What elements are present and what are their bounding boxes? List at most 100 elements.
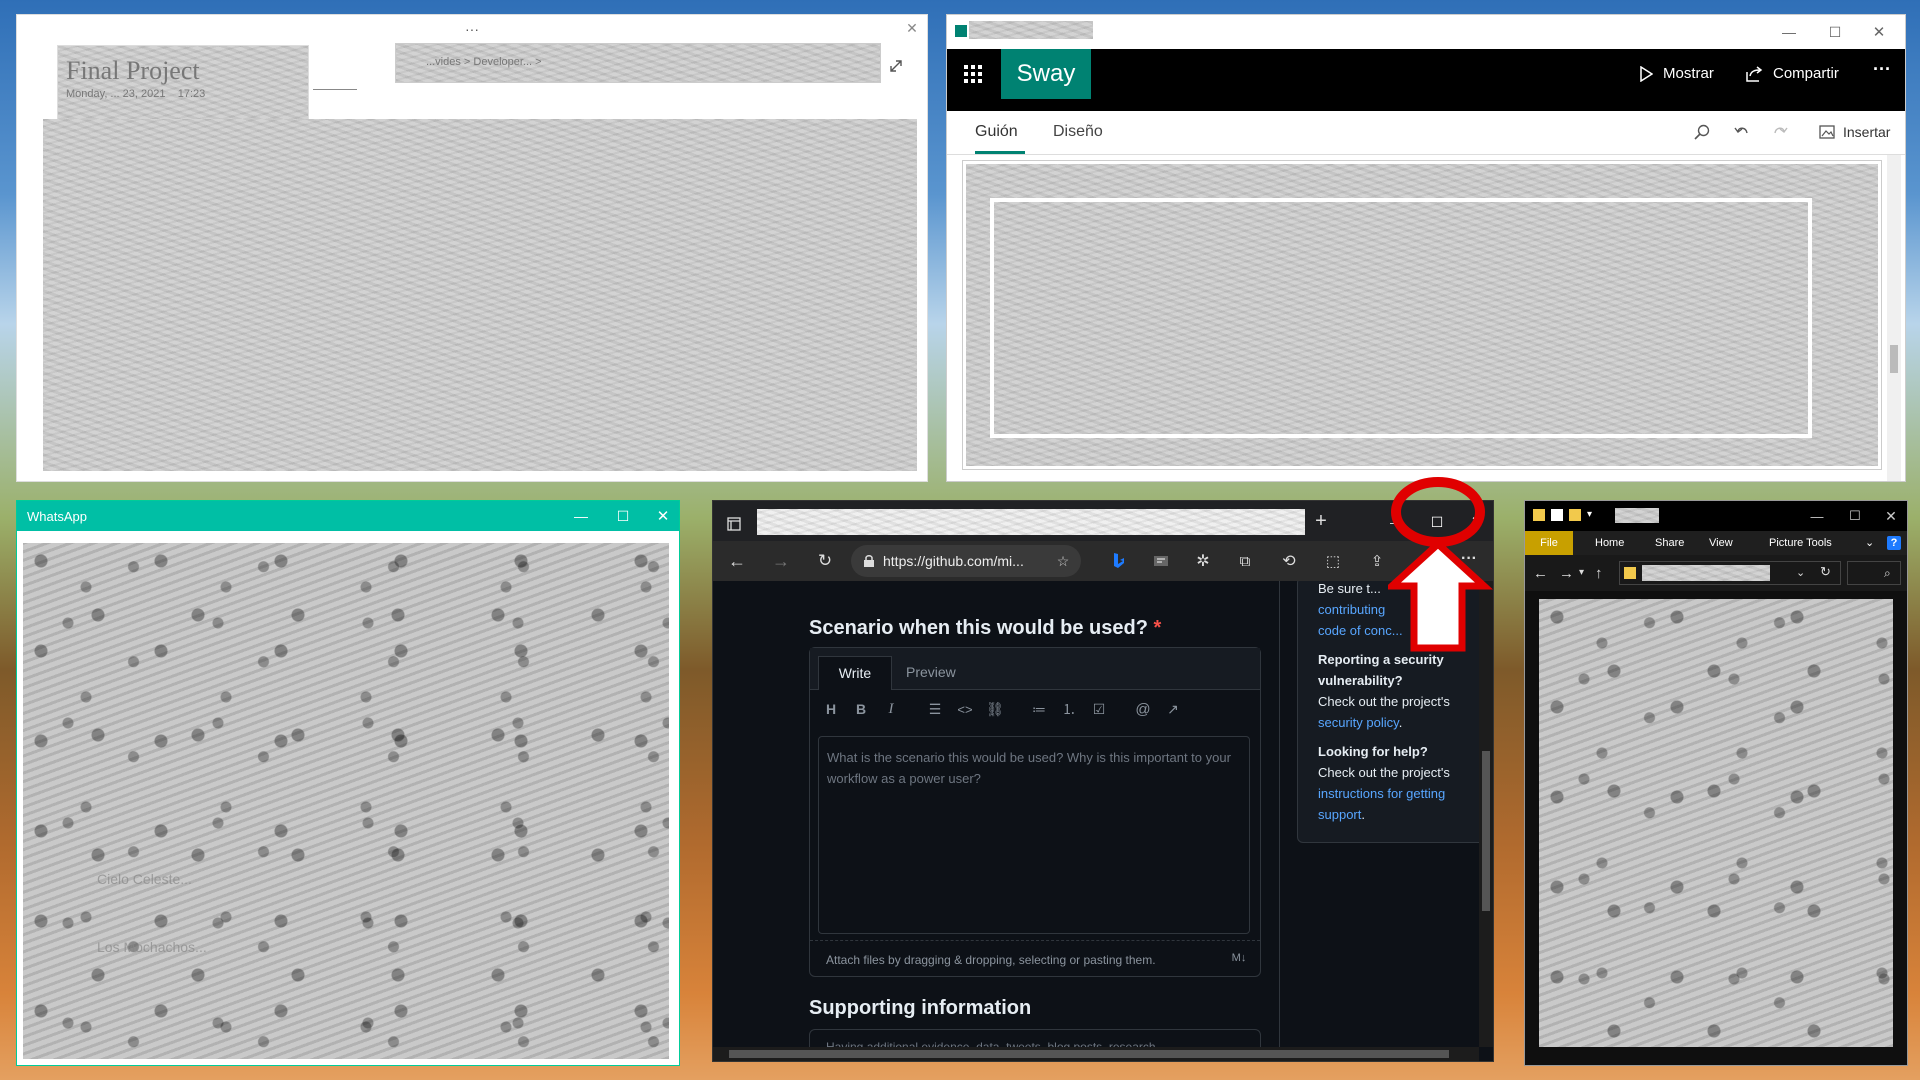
explorer-address-bar[interactable]: ⌄ ↻ (1619, 561, 1841, 585)
play-icon[interactable] (1635, 63, 1657, 85)
undo-icon[interactable] (1731, 121, 1753, 143)
back-icon[interactable]: ← (1533, 565, 1548, 582)
title-underline (313, 89, 357, 90)
tab-write[interactable]: Write (818, 656, 892, 690)
tab-design[interactable]: Diseño (1053, 123, 1103, 141)
markdown-editor: Write Preview H B I ☰ <> ⛓ ≔ ⒈ ☑ @ ↗ Wha… (809, 647, 1261, 977)
up-icon[interactable]: ↑ (1595, 565, 1603, 582)
ribbon-expand-icon[interactable]: ⌄ (1865, 536, 1874, 549)
refresh-icon[interactable]: ↻ (1820, 564, 1831, 580)
explorer-address-row: ← → ▾ ↑ ⌄ ↻ ⌕ (1525, 555, 1907, 591)
vertical-scrollbar[interactable] (1887, 155, 1901, 481)
insert-button[interactable]: Insertar (1843, 124, 1890, 140)
tab-home[interactable]: Home (1595, 537, 1624, 549)
close-icon[interactable]: ✕ (1867, 23, 1891, 41)
browser-tabbar: + — ☐ ✕ (713, 501, 1493, 541)
scrollbar-thumb[interactable] (1482, 751, 1490, 911)
help-icon[interactable]: ? (1887, 536, 1901, 550)
instructions-link[interactable]: instructions for getting support (1318, 786, 1445, 822)
bulleted-list-icon[interactable]: ≔ (1030, 700, 1048, 718)
ribbon-tabs: File Home Share View Picture Tools ⌄ ? (1525, 531, 1907, 555)
forward-icon[interactable]: → (1559, 565, 1574, 582)
tab-preview[interactable]: Preview (906, 664, 956, 680)
minimize-icon[interactable]: — (1777, 23, 1801, 41)
redo-icon[interactable] (1769, 121, 1791, 143)
scrollbar-thumb[interactable] (1890, 345, 1898, 373)
close-icon[interactable]: ✕ (903, 19, 921, 37)
extension-icon[interactable] (1151, 551, 1171, 571)
forward-icon[interactable]: → (771, 551, 791, 571)
scenario-textarea[interactable]: What is the scenario this would be used?… (818, 736, 1250, 934)
page-title: Final Project (66, 56, 200, 85)
expand-icon[interactable] (885, 55, 907, 77)
collections-icon[interactable]: ⬚ (1323, 551, 1343, 571)
show-button[interactable]: Mostrar (1663, 65, 1714, 82)
sidebar-looking-title: Looking for help? (1318, 744, 1428, 759)
attach-text: Attach files by dragging & dropping, sel… (826, 953, 1156, 967)
share-button[interactable]: Compartir (1773, 65, 1839, 82)
minimize-icon[interactable]: — (569, 505, 593, 527)
reference-icon[interactable]: ↗ (1164, 700, 1182, 718)
tab-view[interactable]: View (1709, 537, 1733, 549)
address-url[interactable]: https://github.com/mi... (883, 553, 1024, 569)
browser-tab-strip-blurred[interactable] (757, 509, 1305, 535)
window-menu-dots[interactable]: ··· (457, 21, 487, 37)
sidebar-security-line: security policy. (1318, 712, 1476, 733)
chat-item-name[interactable]: Cielo Celeste... (97, 871, 192, 887)
minimize-icon[interactable]: — (1805, 505, 1829, 527)
recent-locations-icon[interactable]: ▾ (1579, 567, 1584, 578)
address-dropdown-icon[interactable]: ⌄ (1796, 566, 1805, 579)
refresh-icon[interactable]: ↻ (815, 551, 835, 571)
tab-picture-tools[interactable]: Picture Tools (1769, 537, 1832, 549)
maximize-icon[interactable]: ☐ (611, 505, 635, 527)
split-screen-icon[interactable]: ⧉ (1235, 551, 1255, 571)
close-icon[interactable]: ✕ (651, 505, 675, 527)
history-icon[interactable]: ⟲ (1279, 551, 1299, 571)
maximize-icon[interactable]: ☐ (1843, 505, 1867, 527)
maximize-icon[interactable]: ☐ (1823, 23, 1847, 41)
italic-icon[interactable]: I (882, 700, 900, 718)
mention-icon[interactable]: @ (1134, 700, 1152, 718)
properties-icon[interactable] (1551, 509, 1563, 521)
tab-share[interactable]: Share (1655, 537, 1684, 549)
editor-tabs: Write Preview (810, 648, 1260, 690)
quick-access-dropdown-icon[interactable]: ▾ (1587, 509, 1592, 520)
search-icon[interactable] (1691, 121, 1713, 143)
search-box[interactable]: ⌕ (1847, 561, 1901, 585)
attach-bar[interactable]: Attach files by dragging & dropping, sel… (810, 940, 1260, 976)
scrollbar-thumb[interactable] (729, 1050, 1449, 1058)
tab-actions-icon[interactable] (725, 515, 743, 533)
sidebar-period: . (1398, 715, 1403, 730)
task-list-icon[interactable]: ☑ (1090, 700, 1108, 718)
new-folder-icon[interactable] (1569, 509, 1581, 521)
security-policy-link[interactable]: security policy (1318, 715, 1399, 730)
breadcrumb[interactable]: ...vides > Developer... > (395, 43, 881, 83)
search-icon: ⌕ (1884, 566, 1891, 580)
favorite-add-icon[interactable]: ☆ (1055, 553, 1071, 569)
insert-icon[interactable] (1817, 123, 1837, 141)
code-icon[interactable]: <> (956, 700, 974, 718)
link-icon[interactable]: ⛓ (986, 700, 1004, 718)
share-icon[interactable]: ⇪ (1367, 551, 1387, 571)
quote-icon[interactable]: ☰ (926, 700, 944, 718)
share-icon[interactable] (1743, 63, 1765, 85)
app-launcher-icon[interactable] (947, 49, 999, 99)
horizontal-scrollbar[interactable] (713, 1047, 1479, 1061)
address-bar[interactable]: https://github.com/mi... ☆ (851, 545, 1081, 577)
chat-item-name[interactable]: Los Mochachos... (97, 939, 207, 955)
more-options-button[interactable]: ··· (1873, 59, 1891, 80)
tab-file[interactable]: File (1525, 531, 1573, 555)
edge-window: + — ☐ ✕ ← → ↻ https://github.com/mi... ☆… (712, 500, 1494, 1062)
heading-icon[interactable]: H (822, 700, 840, 718)
back-icon[interactable]: ← (727, 551, 747, 571)
scenario-heading: Scenario when this would be used? * (809, 617, 1161, 640)
bing-icon[interactable] (1109, 551, 1129, 571)
extensions-puzzle-icon[interactable]: ✲ (1193, 551, 1213, 571)
numbered-list-icon[interactable]: ⒈ (1060, 700, 1078, 718)
contributing-link[interactable]: contributing (1318, 602, 1385, 617)
close-icon[interactable]: ✕ (1879, 505, 1903, 527)
tab-storyline[interactable]: Guión (975, 123, 1018, 141)
new-tab-icon[interactable]: + (1309, 509, 1333, 533)
bold-icon[interactable]: B (852, 700, 870, 718)
supporting-textarea[interactable]: Having additional evidence, data, tweets… (809, 1029, 1261, 1047)
